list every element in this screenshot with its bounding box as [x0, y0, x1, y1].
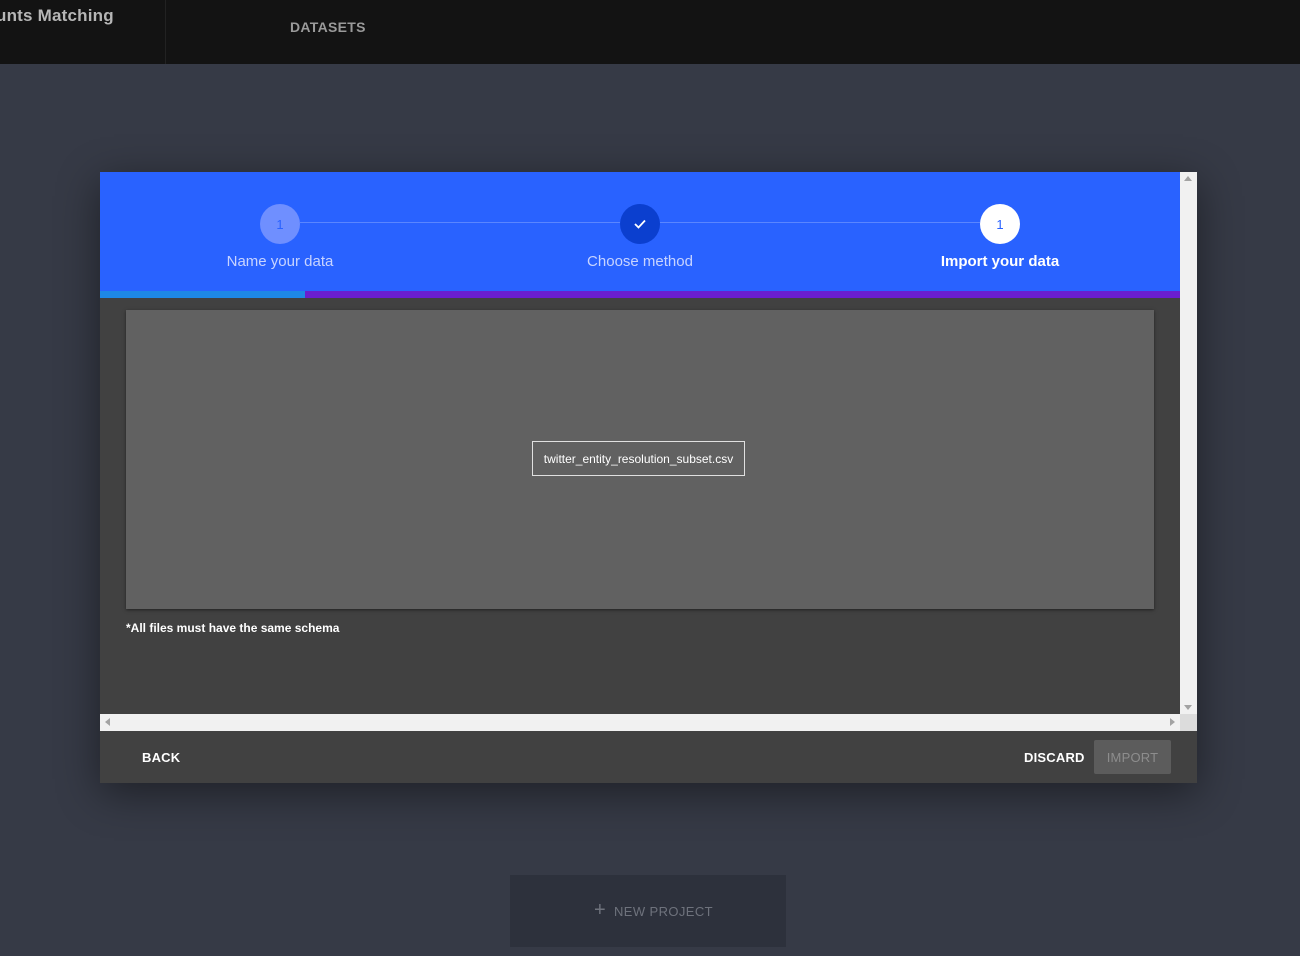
new-project-button[interactable]: + NEW PROJECT	[510, 875, 786, 947]
new-project-label: NEW PROJECT	[614, 904, 714, 919]
progress-bar-fill	[100, 291, 306, 298]
import-button[interactable]: IMPORT	[1094, 740, 1171, 774]
file-dropzone[interactable]: twitter_entity_resolution_subset.csv	[126, 310, 1154, 609]
vertical-scrollbar[interactable]	[1180, 172, 1197, 714]
stepper: 1 Name your data Choose method 1 Import …	[100, 172, 1180, 291]
step-name-your-data[interactable]: 1 Name your data	[200, 204, 360, 270]
scroll-left-arrow-icon[interactable]	[105, 718, 110, 726]
nav-datasets[interactable]: DATASETS	[290, 19, 366, 35]
dialog-content: twitter_entity_resolution_subset.csv *Al…	[100, 298, 1180, 714]
progress-bar	[100, 291, 1180, 298]
step-choose-method[interactable]: Choose method	[560, 204, 720, 270]
app-title-area[interactable]: unts Matching	[0, 0, 166, 64]
step-label: Name your data	[226, 253, 334, 270]
scroll-down-arrow-icon[interactable]	[1184, 705, 1192, 710]
horizontal-scrollbar[interactable]	[100, 714, 1180, 731]
step-number: 1	[260, 204, 300, 244]
top-bar: unts Matching DATASETS	[0, 0, 1300, 64]
scroll-up-arrow-icon[interactable]	[1184, 176, 1192, 181]
check-icon	[620, 204, 660, 244]
scroll-right-arrow-icon[interactable]	[1170, 718, 1175, 726]
scrollbar-corner	[1180, 714, 1197, 731]
discard-button[interactable]: DISCARD	[1024, 750, 1085, 765]
step-import-your-data[interactable]: 1 Import your data	[920, 204, 1080, 270]
step-label: Choose method	[587, 253, 693, 270]
back-button[interactable]: BACK	[142, 750, 180, 765]
app-title: unts Matching	[0, 6, 114, 25]
schema-note: *All files must have the same schema	[126, 621, 340, 635]
step-number: 1	[980, 204, 1020, 244]
plus-icon: +	[594, 899, 606, 921]
step-label: Import your data	[940, 253, 1060, 270]
file-chip[interactable]: twitter_entity_resolution_subset.csv	[532, 441, 745, 476]
import-dialog: 1 Name your data Choose method 1 Import …	[100, 172, 1197, 783]
dialog-footer: BACK DISCARD IMPORT	[100, 731, 1197, 783]
